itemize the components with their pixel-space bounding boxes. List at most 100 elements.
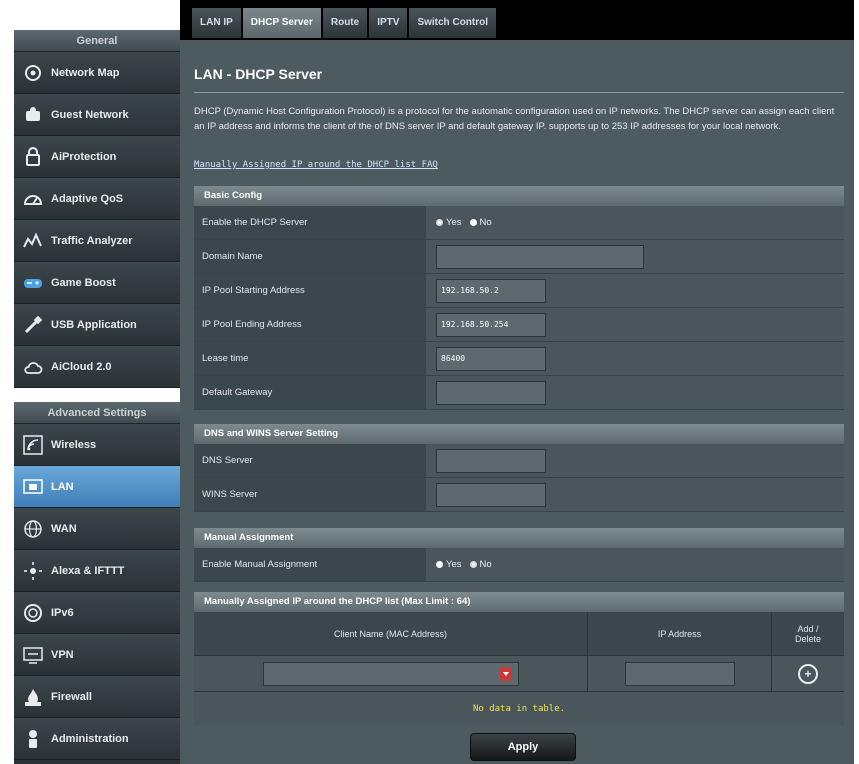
sidebar-item-label: Network Map [51,66,120,79]
enable-manual-no-radio[interactable]: No [469,559,492,570]
sidebar-item-game-boost[interactable]: Game Boost [14,262,180,304]
radio-label: No [479,217,492,228]
enable-dhcp-no-radio[interactable]: No [469,217,492,228]
sidebar-item-adaptive-qos[interactable]: Adaptive QoS [14,178,180,220]
sidebar-item-label: USB Application [51,318,137,331]
sidebar-item-label: AiCloud 2.0 [51,360,112,373]
network-map-icon [22,62,44,84]
basic-config-section: Basic Config Enable the DHCP Server Yes … [194,186,844,410]
sidebar-item-aicloud[interactable]: AiCloud 2.0 [14,346,180,388]
pool-end-input[interactable] [436,312,546,337]
radio-on-icon [436,561,443,568]
sidebar-item-traffic-analyzer[interactable]: Traffic Analyzer [14,220,180,262]
pool-start-input[interactable] [436,278,546,303]
column-header-client: Client Name (MAC Address) [194,612,588,655]
default-gateway-input[interactable] [436,380,546,405]
sidebar-item-label: Traffic Analyzer [51,234,133,247]
sidebar-item-label: Guest Network [51,108,129,121]
manual-assignment-section: Manual Assignment Enable Manual Assignme… [194,528,844,582]
sidebar-item-label: AiProtection [51,150,117,163]
field-label: IP Pool Starting Address [194,274,426,307]
manual-list-section: Manually Assigned IP around the DHCP lis… [194,592,844,726]
sidebar-item-label: WAN [51,522,77,535]
enable-manual-row: Enable Manual Assignment Yes No [194,548,844,582]
dns-wins-section: DNS and WINS Server Setting DNS Server W… [194,424,844,512]
page-description: DHCP (Dynamic Host Configuration Protoco… [194,106,835,132]
sidebar-item-label: Adaptive QoS [51,192,124,205]
pool-end-row: IP Pool Ending Address [194,308,844,342]
wifi-icon [22,434,44,456]
sidebar-item-usb-application[interactable]: USB Application [14,304,180,346]
tab-lan-ip[interactable]: LAN IP [192,8,241,38]
column-header-add-delete: Add / Delete [772,612,844,655]
enable-dhcp-row: Enable the DHCP Server Yes No [194,206,844,240]
sidebar-item-lan[interactable]: LAN [14,466,180,508]
wins-server-row: WINS Server [194,478,844,512]
section-header: Basic Config [194,186,844,206]
field-label: Enable Manual Assignment [194,548,426,581]
sidebar-item-label: Wireless [51,438,97,451]
sidebar-item-vpn[interactable]: VPN [14,634,180,676]
admin-icon [22,728,44,750]
field-label: DNS Server [194,444,426,477]
firewall-icon [22,686,44,708]
sidebar-header-advanced: Advanced Settings [14,402,180,424]
sidebar: General Network Map Guest Network AiProt… [14,30,180,764]
faq-link[interactable]: Manually Assigned IP around the DHCP lis… [194,160,438,170]
radio-label: Yes [446,217,462,228]
title-divider [194,92,844,93]
client-name-select[interactable] [262,661,519,686]
usb-icon [22,314,44,336]
tab-switch-control[interactable]: Switch Control [409,8,496,38]
sidebar-item-guest-network[interactable]: Guest Network [14,94,180,136]
lease-time-row: Lease time [194,342,844,376]
alexa-icon [22,560,44,582]
sidebar-item-network-map[interactable]: Network Map [14,52,180,94]
field-label: Lease time [194,342,426,375]
ip-address-input[interactable] [624,661,735,686]
apply-button[interactable]: Apply [470,733,576,761]
lan-icon [22,476,44,498]
gauge-icon [22,188,44,210]
sidebar-item-label: VPN [51,648,74,661]
tab-route[interactable]: Route [322,8,368,38]
section-header: Manual Assignment [194,528,844,548]
sidebar-header-general: General [14,30,180,52]
table-header-row: Client Name (MAC Address) IP Address Add… [194,612,844,656]
default-gateway-row: Default Gateway [194,376,844,410]
globe-icon [22,518,44,540]
ipv6-icon [22,602,44,624]
lock-icon [22,146,44,168]
lease-time-input[interactable] [436,346,546,371]
radio-label: No [479,559,492,570]
enable-dhcp-yes-radio[interactable]: Yes [436,217,462,228]
sidebar-item-label: Administration [51,732,129,745]
sidebar-item-wan[interactable]: WAN [14,508,180,550]
gamepad-icon [22,272,44,294]
domain-name-input[interactable] [436,244,644,269]
dns-server-input[interactable] [436,448,546,473]
add-entry-button[interactable]: + [798,663,818,684]
enable-manual-yes-radio[interactable]: Yes [436,559,462,570]
tab-iptv[interactable]: IPTV [369,8,408,38]
dns-server-row: DNS Server [194,444,844,478]
sidebar-item-alexa-ifttt[interactable]: Alexa & IFTTT [14,550,180,592]
field-label: Domain Name [194,240,426,273]
wins-server-input[interactable] [436,482,546,507]
sidebar-item-aiprotection[interactable]: AiProtection [14,136,180,178]
section-header: Manually Assigned IP around the DHCP lis… [194,592,844,612]
main-panel: LAN IP DHCP Server Route IPTV Switch Con… [180,0,854,764]
section-header: DNS and WINS Server Setting [194,424,844,444]
field-label: Default Gateway [194,376,426,409]
page-title: LAN - DHCP Server [194,66,323,82]
table-input-row: + [194,656,844,692]
tab-dhcp-server[interactable]: DHCP Server [242,8,321,38]
sidebar-item-firewall[interactable]: Firewall [14,676,180,718]
radio-label: Yes [446,559,462,570]
sidebar-item-label: Game Boost [51,276,116,289]
sidebar-item-ipv6[interactable]: IPv6 [14,592,180,634]
sidebar-item-administration[interactable]: Administration [14,718,180,760]
plus-icon: + [804,666,812,681]
sidebar-divider [14,388,180,402]
sidebar-item-wireless[interactable]: Wireless [14,424,180,466]
